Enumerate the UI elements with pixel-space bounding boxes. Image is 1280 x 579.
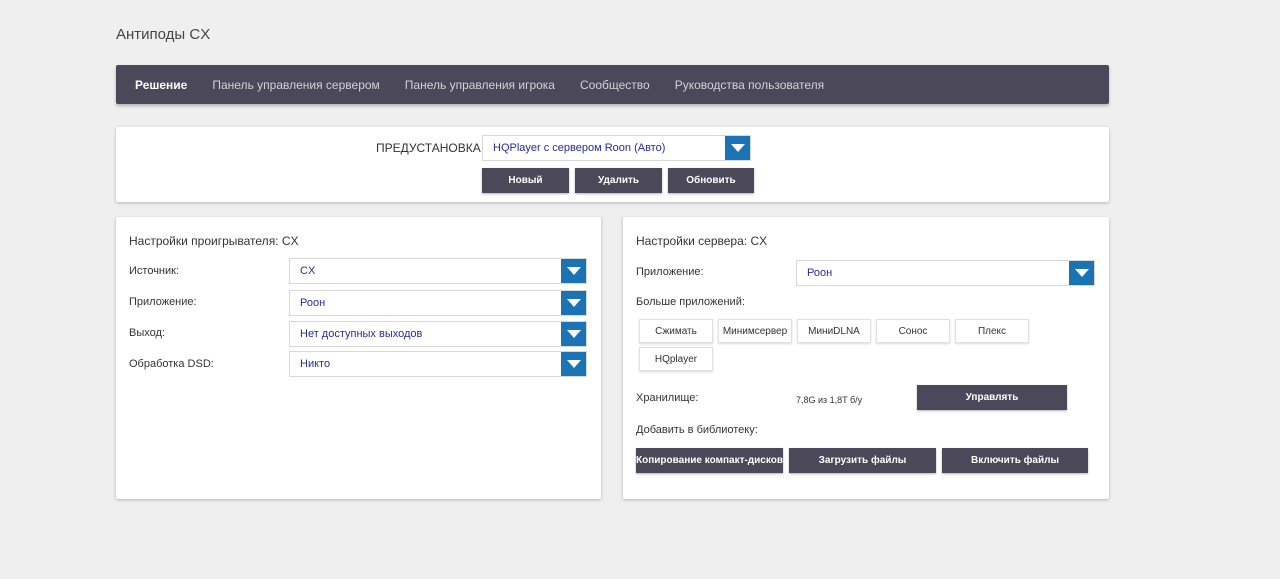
nav-item-user-guides[interactable]: Руководства пользователя	[675, 78, 824, 92]
nav-item-solution[interactable]: Решение	[135, 78, 187, 92]
chevron-down-icon	[561, 291, 586, 315]
source-select[interactable]: CX	[289, 258, 587, 284]
server-app-select[interactable]: Роон	[796, 260, 1095, 286]
player-app-select-value: Роон	[300, 297, 326, 309]
storage-value: 7,8G из 1,8T б/у	[796, 395, 863, 405]
chevron-down-icon	[1069, 261, 1094, 285]
output-label: Выход:	[129, 327, 165, 339]
main-nav: Решение Панель управления сервером Панел…	[116, 65, 1109, 104]
refresh-preset-button[interactable]: Обновить	[668, 168, 754, 193]
delete-preset-button[interactable]: Удалить	[575, 168, 662, 193]
add-library-label: Добавить в библиотеку:	[636, 424, 758, 436]
nav-item-player-panel[interactable]: Панель управления игрока	[405, 78, 555, 92]
server-app-label: Приложение:	[636, 266, 704, 278]
app-button-minidlna[interactable]: МиниDLNA	[797, 319, 871, 343]
preset-select[interactable]: HQPlayer с сервером Roon (Авто)	[482, 135, 751, 161]
dsd-select-value: Никто	[300, 358, 331, 370]
app-title: Антиподы CX	[116, 26, 211, 43]
app-button-minimserver[interactable]: Минимсервер	[718, 319, 792, 343]
dsd-label: Обработка DSD:	[129, 358, 214, 370]
more-apps-label: Больше приложений:	[636, 296, 745, 308]
upload-files-button[interactable]: Загрузить файлы	[789, 448, 936, 473]
chevron-down-icon	[561, 352, 586, 376]
dsd-select[interactable]: Никто	[289, 351, 587, 377]
player-app-label: Приложение:	[129, 296, 197, 308]
chevron-down-icon	[725, 136, 750, 160]
preset-card: ПРЕДУСТАНОВКА HQPlayer с сервером Roon (…	[116, 127, 1109, 202]
storage-label: Хранилище:	[636, 392, 699, 404]
preset-label: ПРЕДУСТАНОВКА	[376, 141, 481, 155]
nav-item-server-panel[interactable]: Панель управления сервером	[212, 78, 379, 92]
player-settings-card: Настройки проигрывателя: CX Источник: CX…	[116, 217, 601, 499]
app-button-hqplayer[interactable]: HQplayer	[639, 347, 713, 371]
app-button-compress[interactable]: Сжимать	[639, 319, 713, 343]
server-settings-title: Настройки сервера: CX	[636, 234, 768, 248]
player-app-select[interactable]: Роон	[289, 290, 587, 316]
new-preset-button[interactable]: Новый	[482, 168, 569, 193]
chevron-down-icon	[561, 259, 586, 283]
output-select-value: Нет доступных выходов	[300, 328, 423, 340]
nav-item-community[interactable]: Сообщество	[580, 78, 650, 92]
output-select[interactable]: Нет доступных выходов	[289, 321, 587, 347]
manage-storage-button[interactable]: Управлять	[917, 385, 1067, 410]
include-files-button[interactable]: Включить файлы	[942, 448, 1088, 473]
source-select-value: CX	[300, 265, 316, 277]
app-button-sonos[interactable]: Сонос	[876, 319, 950, 343]
app-button-plex[interactable]: Плекс	[955, 319, 1029, 343]
preset-select-value: HQPlayer с сервером Roon (Авто)	[493, 142, 666, 154]
cd-rip-button[interactable]: Копирование компакт-дисков	[636, 448, 783, 473]
source-label: Источник:	[129, 265, 180, 277]
server-app-select-value: Роон	[807, 267, 833, 279]
player-settings-title: Настройки проигрывателя: CX	[129, 234, 299, 248]
server-settings-card: Настройки сервера: CX Приложение: Роон Б…	[623, 217, 1109, 499]
chevron-down-icon	[561, 322, 586, 346]
